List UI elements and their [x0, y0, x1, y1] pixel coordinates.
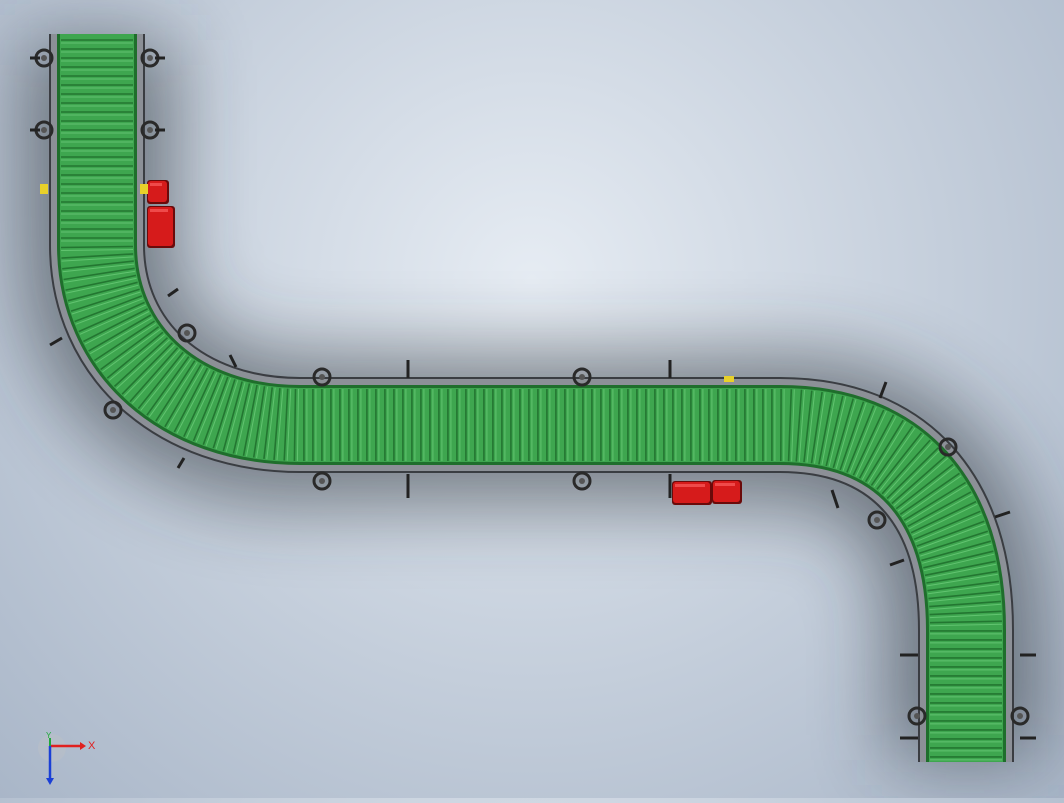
- coordinate-triad: X Y: [36, 730, 106, 790]
- caster-hub: [1017, 713, 1023, 719]
- sensor-marker: [140, 184, 148, 194]
- roller-bed[interactable]: [61, 34, 1002, 762]
- caster-hub: [319, 374, 325, 380]
- caster-hub: [579, 478, 585, 484]
- sensor-marker: [724, 376, 734, 382]
- caster-hub: [147, 127, 153, 133]
- caster-hub: [874, 517, 880, 523]
- roller: [61, 247, 133, 248]
- gearbox-1-highlight: [150, 183, 162, 186]
- caster-hub: [110, 407, 116, 413]
- drive-motor-1: [148, 207, 173, 246]
- drive-motor-1-highlight: [150, 209, 168, 212]
- x-axis-arrowhead: [80, 742, 86, 750]
- model-viewport[interactable]: X Y: [0, 0, 1064, 798]
- caster-hub: [41, 55, 47, 61]
- caster-hub: [184, 330, 190, 336]
- conveyor-model[interactable]: [0, 0, 1064, 798]
- triad-origin-disc: [38, 734, 66, 762]
- caster-hub: [579, 374, 585, 380]
- roller: [294, 389, 295, 461]
- caster-hub: [147, 55, 153, 61]
- caster-hub: [914, 713, 920, 719]
- z-axis-arrowhead: [46, 778, 54, 785]
- caster-hub: [41, 127, 47, 133]
- gearbox-2-highlight: [715, 483, 735, 486]
- sensor-marker: [40, 184, 48, 194]
- caster-hub: [319, 478, 325, 484]
- y-axis-label: Y: [46, 731, 52, 740]
- drive-motor-2-highlight: [675, 484, 705, 487]
- caster-hub: [945, 444, 951, 450]
- x-axis-label: X: [88, 740, 96, 752]
